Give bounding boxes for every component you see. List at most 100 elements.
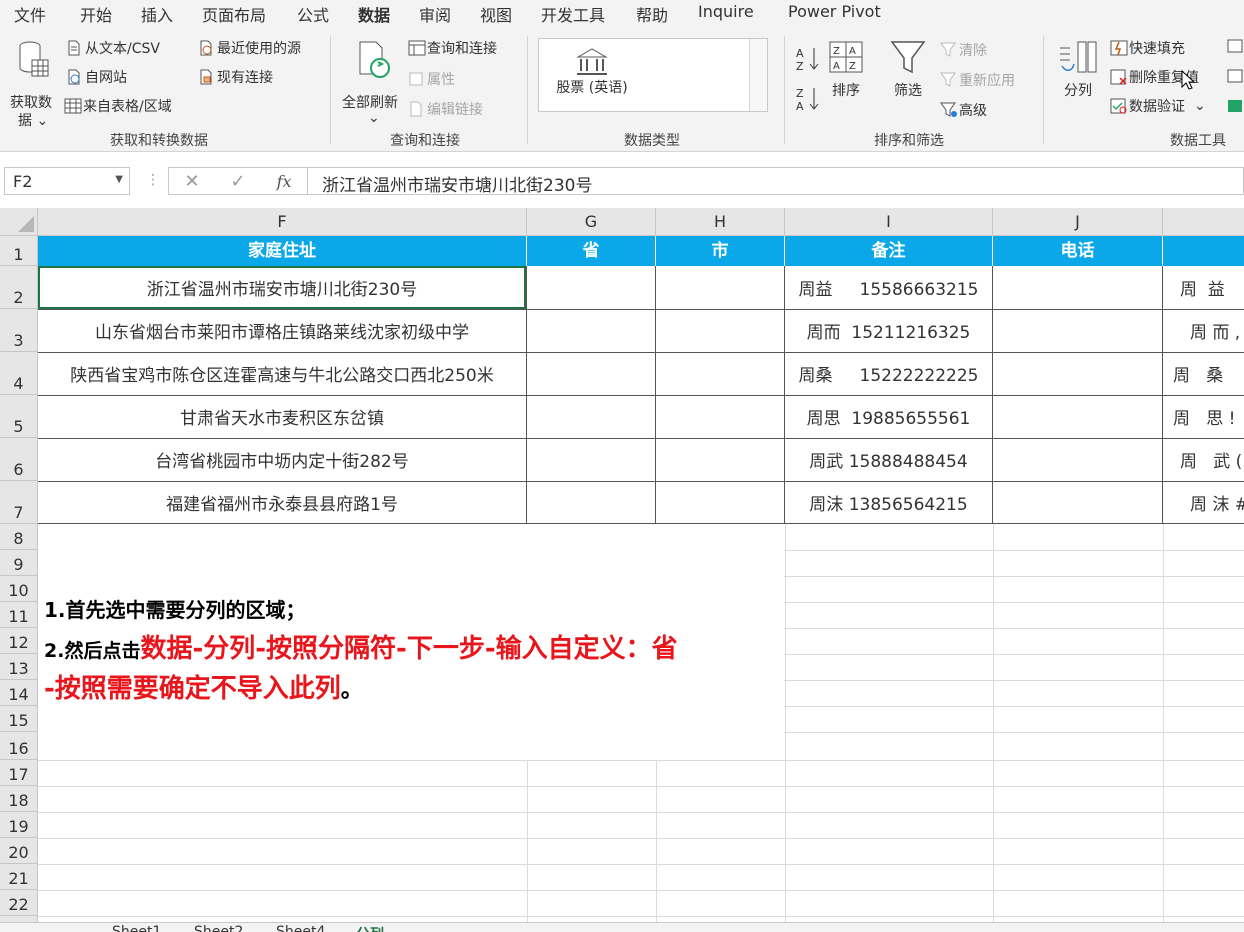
column-header-j[interactable]: J xyxy=(993,208,1163,236)
menu-file[interactable]: 文件 xyxy=(14,2,46,26)
menu-developer[interactable]: 开发工具 xyxy=(541,2,605,26)
header-province[interactable]: 省 xyxy=(527,236,656,266)
cell-i7[interactable]: 周沫 13856564215 xyxy=(785,481,992,524)
edit-links-button[interactable]: 编辑链接 xyxy=(408,99,483,119)
row-header-10[interactable]: 10 xyxy=(0,576,38,602)
recent-sources-button[interactable]: 最近使用的源 xyxy=(198,38,301,58)
menu-view[interactable]: 视图 xyxy=(480,2,512,26)
formula-input[interactable]: 浙江省温州市瑞安市塘川北街230号 xyxy=(308,167,1244,196)
menu-home[interactable]: 开始 xyxy=(80,2,112,26)
row-header-11[interactable]: 11 xyxy=(0,602,38,628)
cell-i3[interactable]: 周而 15211216325 xyxy=(785,309,992,352)
menu-inquire[interactable]: Inquire xyxy=(698,2,754,21)
cell-k4[interactable]: 周 桑 xyxy=(1173,352,1244,395)
row-header-4[interactable]: 4 xyxy=(0,352,38,395)
row-header-16[interactable]: 16 xyxy=(0,732,38,760)
row-header-17[interactable]: 17 xyxy=(0,760,38,786)
row-header-18[interactable]: 18 xyxy=(0,786,38,812)
row-header-9[interactable]: 9 xyxy=(0,550,38,576)
cell-k3[interactable]: 周 而 , xyxy=(1190,309,1244,352)
from-web-button[interactable]: 自网站 xyxy=(66,67,127,87)
sort-button[interactable]: ZAAZ 排序 xyxy=(828,40,868,110)
row-header-5[interactable]: 5 xyxy=(0,395,38,438)
cell-k6[interactable]: 周 武 ( xyxy=(1180,438,1244,481)
menu-review[interactable]: 审阅 xyxy=(419,2,451,26)
cell-f4[interactable]: 陕西省宝鸡市陈仓区连霍高速与牛北公路交口西北250米 xyxy=(38,352,526,395)
refresh-all-button[interactable]: 全部刷新 ⌄ xyxy=(340,38,404,126)
row-header-12[interactable]: 12 xyxy=(0,628,38,654)
sort-az-button[interactable]: AZ xyxy=(796,46,820,73)
row-header-22[interactable]: 22 xyxy=(0,890,38,916)
clear-button[interactable]: 清除 xyxy=(940,40,987,60)
cell-k2[interactable]: 周 益 xyxy=(1180,266,1244,309)
confirm-icon[interactable]: ✓ xyxy=(231,171,246,192)
row-header-3[interactable]: 3 xyxy=(0,309,38,352)
reapply-button[interactable]: 重新应用 xyxy=(940,70,1015,90)
cell-i2[interactable]: 周益 15586663215 xyxy=(785,266,992,309)
row-header-19[interactable]: 19 xyxy=(0,812,38,838)
gallery-scroll[interactable] xyxy=(749,39,767,111)
row-header-13[interactable]: 13 xyxy=(0,654,38,680)
column-header-k[interactable] xyxy=(1163,208,1244,236)
row-header-8[interactable]: 8 xyxy=(0,524,38,550)
text-to-columns-button[interactable]: 分列 xyxy=(1058,40,1102,110)
cell-f7[interactable]: 福建省福州市永泰县县府路1号 xyxy=(38,481,526,524)
header-notes[interactable]: 备注 xyxy=(785,236,993,266)
cell-k7[interactable]: 周 沫 # xyxy=(1190,481,1244,524)
menu-data[interactable]: 数据 xyxy=(358,2,391,31)
data-type-gallery[interactable]: 股票 (英语) xyxy=(538,38,768,112)
worksheet-grid[interactable]: F G H I J 1 2 3 4 5 6 7 8 9 10 11 12 13 … xyxy=(0,208,1244,932)
row-header-1[interactable]: 1 xyxy=(0,236,38,266)
flash-fill-button[interactable]: 快速填充 xyxy=(1110,38,1185,58)
get-data-button[interactable]: 获取数 据 ⌄ xyxy=(8,38,60,129)
stock-button[interactable]: 股票 (英语) xyxy=(547,45,637,105)
column-header-h[interactable]: H xyxy=(656,208,785,236)
select-all-corner[interactable] xyxy=(0,208,38,236)
cell-i4[interactable]: 周桑 15222222225 xyxy=(785,352,992,395)
row-header-21[interactable]: 21 xyxy=(0,864,38,890)
header-address[interactable]: 家庭住址 xyxy=(38,236,527,266)
menu-page-layout[interactable]: 页面布局 xyxy=(202,2,266,26)
tab-split[interactable]: 分列 xyxy=(356,924,384,932)
row-header-6[interactable]: 6 xyxy=(0,438,38,481)
row-header-15[interactable]: 15 xyxy=(0,706,38,732)
data-validation-button[interactable]: 数据验证 ⌄ xyxy=(1110,96,1206,116)
menu-help[interactable]: 帮助 xyxy=(636,2,668,26)
menu-insert[interactable]: 插入 xyxy=(141,2,173,26)
tab-sheet1[interactable]: Sheet1 xyxy=(112,924,161,932)
cell-f3[interactable]: 山东省烟台市莱阳市谭格庄镇路莱线沈家初级中学 xyxy=(38,309,526,352)
cell-f2[interactable]: 浙江省温州市瑞安市塘川北街230号 xyxy=(38,266,526,309)
header-city[interactable]: 市 xyxy=(656,236,785,266)
cell-f6[interactable]: 台湾省桃园市中坜内定十街282号 xyxy=(38,438,526,481)
sort-za-button[interactable]: ZA xyxy=(796,86,820,113)
properties-button[interactable]: 属性 xyxy=(408,69,455,89)
tab-sheet4[interactable]: Sheet4 xyxy=(276,924,325,932)
insert-function-icon[interactable]: fx xyxy=(277,172,292,191)
instruction-textbox[interactable]: 1.首先选中需要分列的区域； 2.然后点击数据-分列-按照分隔符-下一步-输入自… xyxy=(38,524,784,760)
chevron-down-icon[interactable]: ⌄ xyxy=(1194,98,1206,114)
menu-power-pivot[interactable]: Power Pivot xyxy=(788,2,881,21)
name-box[interactable]: F2 ▼ xyxy=(4,167,130,195)
chevron-down-icon[interactable]: ▼ xyxy=(115,174,123,185)
row-header-20[interactable]: 20 xyxy=(0,838,38,864)
from-table-button[interactable]: 来自表格/区域 xyxy=(64,96,172,116)
cancel-icon[interactable]: ✕ xyxy=(184,171,199,192)
tab-sheet2[interactable]: Sheet2 xyxy=(194,924,243,932)
header-phone[interactable]: 电话 xyxy=(993,236,1163,266)
existing-connections-button[interactable]: 现有连接 xyxy=(198,67,273,87)
cell-f5[interactable]: 甘肃省天水市麦积区东岔镇 xyxy=(38,395,526,438)
cell-k5[interactable]: 周 思 ! xyxy=(1173,395,1244,438)
menu-formulas[interactable]: 公式 xyxy=(297,2,329,26)
filter-button[interactable]: 筛选 xyxy=(890,40,930,110)
from-text-csv-button[interactable]: 从文本/CSV xyxy=(66,38,160,58)
cell-i6[interactable]: 周武 15888488454 xyxy=(785,438,992,481)
column-header-f[interactable]: F xyxy=(38,208,527,236)
row-header-14[interactable]: 14 xyxy=(0,680,38,706)
cell-i5[interactable]: 周思 19885655561 xyxy=(785,395,992,438)
advanced-filter-button[interactable]: 高级 xyxy=(940,100,987,120)
column-header-g[interactable]: G xyxy=(527,208,656,236)
header-extra[interactable] xyxy=(1163,236,1244,266)
row-header-7[interactable]: 7 xyxy=(0,481,38,524)
row-header-2[interactable]: 2 xyxy=(0,266,38,309)
queries-connections-button[interactable]: 查询和连接 xyxy=(408,38,497,58)
